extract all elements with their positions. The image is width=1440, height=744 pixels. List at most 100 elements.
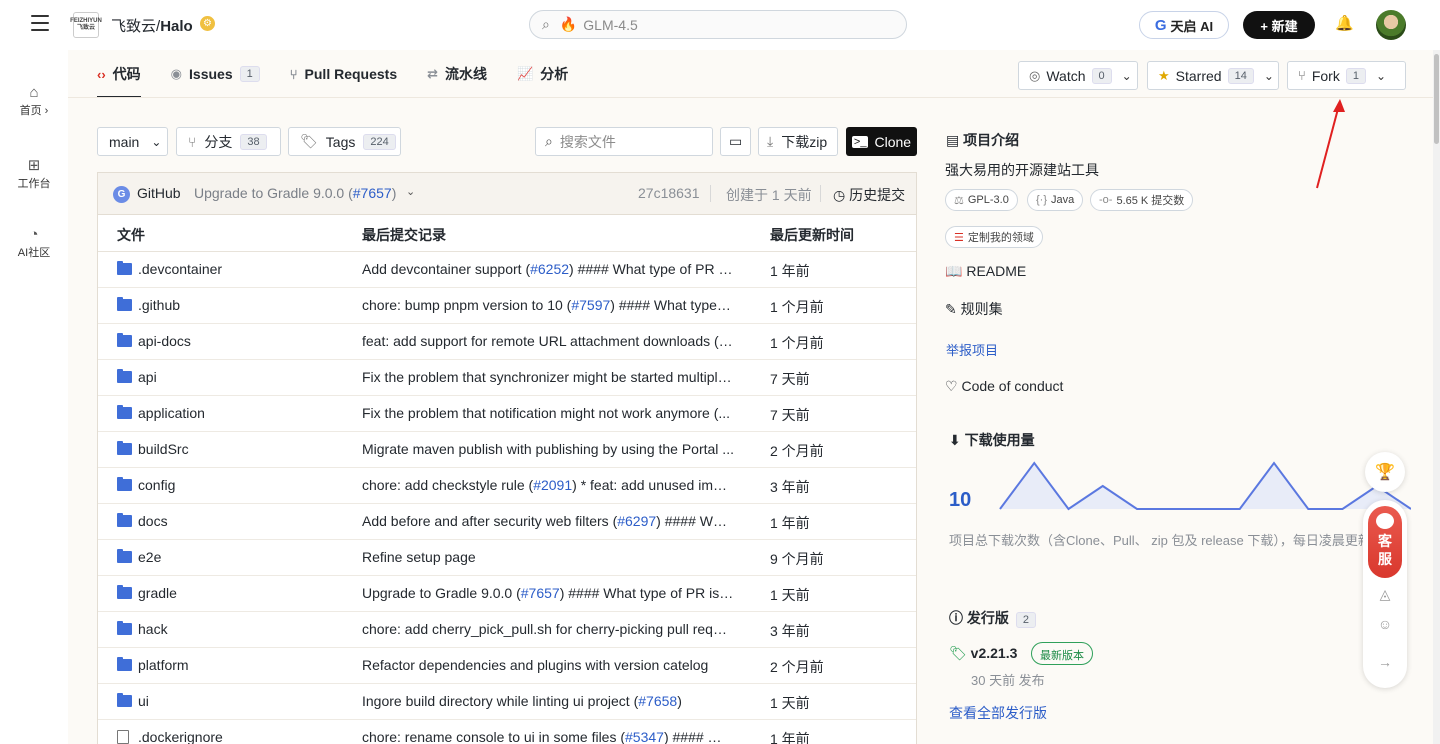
commit-message[interactable]: chore: bump pnpm version to 10 (#7597) #…	[362, 297, 734, 313]
commit-pr-link[interactable]: #7597	[571, 297, 610, 313]
commits-pill[interactable]: -o- 5.65 K 提交数	[1090, 189, 1194, 211]
file-name[interactable]: api-docs	[138, 333, 191, 349]
sidebar-item-ai-community[interactable]: ◔ AI社区	[0, 226, 68, 260]
tab-analytics[interactable]: 📈 分析	[517, 50, 568, 98]
file-name[interactable]: .dockerignore	[138, 729, 223, 744]
history-button[interactable]: ◷ 历史提交	[833, 185, 905, 205]
table-row[interactable]: .devcontainer Add devcontainer support (#…	[98, 252, 916, 288]
download-zip-button[interactable]: ⤓ 下载zip	[758, 127, 838, 156]
commit-message[interactable]: Migrate maven publish with publishing by…	[362, 441, 734, 457]
avatar[interactable]	[1376, 10, 1406, 40]
smiley-icon[interactable]: ☺	[1375, 616, 1395, 636]
table-row[interactable]: docs Add before and after security web fi…	[98, 504, 916, 540]
scrollbar-thumb[interactable]	[1434, 54, 1439, 144]
commit-message[interactable]: Upgrade to Gradle 9.0.0 (#7657)	[194, 185, 396, 201]
table-row[interactable]: gradle Upgrade to Gradle 9.0.0 (#7657) ##…	[98, 576, 916, 612]
repo-title[interactable]: 飞致云/Halo	[111, 15, 193, 36]
commit-sha[interactable]: 27c18631	[638, 185, 700, 201]
commit-message[interactable]: Fix the problem that synchronizer might …	[362, 369, 734, 385]
commit-pr-link[interactable]: #7658	[638, 693, 677, 709]
repo-name[interactable]: Halo	[160, 18, 193, 35]
commit-message[interactable]: chore: add checkstyle rule (#2091) * fea…	[362, 477, 734, 493]
commit-message[interactable]: feat: add support for remote URL attachm…	[362, 333, 734, 349]
table-row[interactable]: api-docs feat: add support for remote URL…	[98, 324, 916, 360]
commit-message[interactable]: Ingore build directory while linting ui …	[362, 693, 734, 709]
starred-button[interactable]: ★ Starred 14 ⌄	[1147, 61, 1279, 90]
desktop-button[interactable]: ▭	[720, 127, 751, 156]
settings-badge-icon[interactable]: ⚙	[200, 16, 215, 31]
table-row[interactable]: application Fix the problem that notifica…	[98, 396, 916, 432]
table-row[interactable]: config chore: add checkstyle rule (#2091)…	[98, 468, 916, 504]
license-pill[interactable]: ⚖ GPL-3.0	[945, 189, 1018, 211]
fork-button[interactable]: ⑂ Fork 1 ⌄	[1287, 61, 1406, 90]
file-name[interactable]: .github	[138, 297, 180, 313]
table-row[interactable]: api Fix the problem that synchronizer mig…	[98, 360, 916, 396]
bell-icon[interactable]: 🔔	[1335, 14, 1354, 32]
file-name[interactable]: hack	[138, 621, 168, 637]
commit-pr-link[interactable]: #5347	[625, 729, 664, 744]
commit-author[interactable]: GitHub	[137, 185, 181, 201]
conduct-link[interactable]: ♡ Code of conduct	[945, 378, 1063, 395]
report-link[interactable]: 举报项目	[946, 340, 998, 359]
file-search-input[interactable]: ⌕ 搜索文件	[535, 127, 713, 156]
file-name[interactable]: gradle	[138, 585, 177, 601]
tianqi-ai-button[interactable]: G 天启 AI	[1139, 11, 1229, 39]
table-row[interactable]: buildSrc Migrate maven publish with publi…	[98, 432, 916, 468]
commit-message[interactable]: Upgrade to Gradle 9.0.0 (#7657) #### Wha…	[362, 585, 734, 601]
readme-link[interactable]: 📖 README	[945, 263, 1026, 280]
commit-message[interactable]: Add before and after security web filter…	[362, 513, 734, 529]
language-pill[interactable]: {·} Java	[1027, 189, 1084, 211]
file-name[interactable]: buildSrc	[138, 441, 189, 457]
branches-button[interactable]: ⑂ 分支 38	[176, 127, 281, 156]
trophy-icon[interactable]: 🏆	[1365, 452, 1405, 492]
repo-owner[interactable]: 飞致云	[111, 18, 156, 35]
rules-link[interactable]: ✎ 规则集	[945, 299, 1003, 319]
watch-button[interactable]: ◎ Watch 0 ⌄	[1018, 61, 1138, 90]
commit-pr-link[interactable]: #2091	[533, 477, 572, 493]
menu-icon[interactable]	[31, 15, 49, 33]
file-name[interactable]: e2e	[138, 549, 161, 565]
table-row[interactable]: .dockerignore chore: rename console to ui…	[98, 720, 916, 744]
org-logo[interactable]: FEIZHIYUN 飞致云	[70, 12, 102, 38]
commit-message[interactable]: Refine setup page	[362, 549, 734, 565]
latest-release[interactable]: 🏷 v2.21.3	[949, 645, 1017, 662]
tab-pull-requests[interactable]: ⑂ Pull Requests	[290, 50, 397, 98]
file-name[interactable]: ui	[138, 693, 149, 709]
compass-icon[interactable]: ◬	[1375, 586, 1395, 606]
clone-button[interactable]: >_ Clone	[846, 127, 917, 156]
file-name[interactable]: application	[138, 405, 205, 421]
page-scrollbar[interactable]	[1433, 50, 1440, 744]
chevron-down-icon[interactable]: ⌄	[406, 185, 415, 198]
new-button[interactable]: + 新建	[1243, 11, 1315, 39]
tags-button[interactable]: 🏷 Tags 224	[288, 127, 401, 156]
commit-pr-link[interactable]: #6252	[530, 261, 569, 277]
global-search-input[interactable]: ⌕ 🔥 GLM-4.5	[529, 10, 907, 39]
commit-pr-link[interactable]: #6297	[617, 513, 656, 529]
customize-pill[interactable]: ☰ 定制我的领域	[945, 226, 1043, 248]
file-name[interactable]: .devcontainer	[138, 261, 222, 277]
commit-pr-link[interactable]: #7657	[521, 585, 560, 601]
file-name[interactable]: platform	[138, 657, 189, 673]
sidebar-item-home[interactable]: ⌂ 首页 ›	[0, 84, 68, 118]
branch-select[interactable]: main ⌄	[97, 127, 168, 156]
commit-message[interactable]: Fix the problem that notification might …	[362, 405, 734, 421]
arrow-right-icon[interactable]: →	[1375, 654, 1395, 674]
sidebar-item-workbench[interactable]: ⊞ 工作台	[0, 156, 68, 191]
customer-service-button[interactable]: 客服	[1368, 506, 1402, 578]
commit-message[interactable]: Refactor dependencies and plugins with v…	[362, 657, 734, 673]
tab-code[interactable]: ‹› 代码	[97, 50, 141, 98]
commit-message[interactable]: chore: add cherry_pick_pull.sh for cherr…	[362, 621, 734, 637]
table-row[interactable]: e2e Refine setup page 9 个月前	[98, 540, 916, 576]
table-row[interactable]: ui Ingore build directory while linting u…	[98, 684, 916, 720]
table-row[interactable]: platform Refactor dependencies and plugin…	[98, 648, 916, 684]
tab-pipeline[interactable]: ⇄ 流水线	[427, 50, 487, 98]
file-name[interactable]: api	[138, 369, 157, 385]
view-all-releases-link[interactable]: 查看全部发行版	[949, 703, 1047, 723]
commit-message[interactable]: Add devcontainer support (#6252) #### Wh…	[362, 261, 734, 277]
file-name[interactable]: docs	[138, 513, 168, 529]
tab-issues[interactable]: ◉ Issues 1	[171, 50, 260, 98]
release-version[interactable]: v2.21.3	[971, 645, 1018, 661]
table-row[interactable]: .github chore: bump pnpm version to 10 (#…	[98, 288, 916, 324]
file-name[interactable]: config	[138, 477, 175, 493]
table-row[interactable]: hack chore: add cherry_pick_pull.sh for c…	[98, 612, 916, 648]
